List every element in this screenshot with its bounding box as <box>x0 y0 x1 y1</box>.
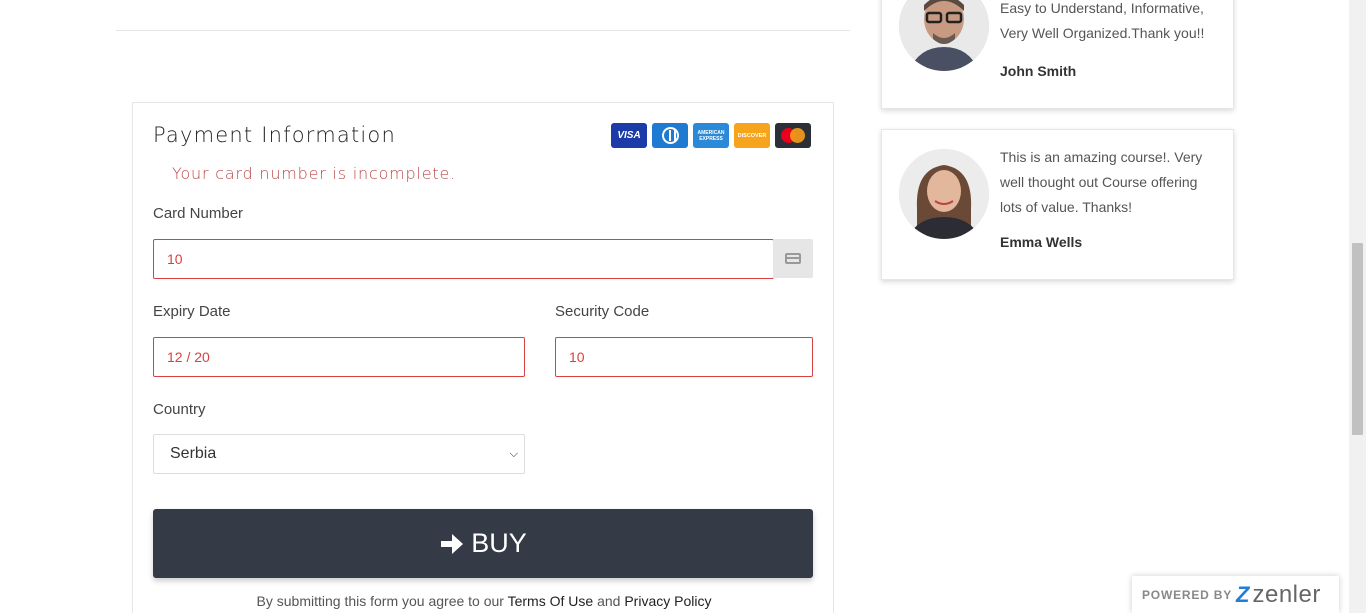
card-number-label: Card Number <box>153 205 244 222</box>
diners-club-icon <box>652 123 688 148</box>
card-brand-indicator <box>773 239 813 278</box>
payment-title: Payment Information <box>153 123 396 147</box>
powered-by-badge[interactable]: POWERED BY Z zenler <box>1132 576 1339 613</box>
credit-card-icon <box>785 253 801 264</box>
zenler-logo-icon: Z <box>1236 581 1250 607</box>
amex-icon: AMERICAN EXPRESS <box>693 123 729 148</box>
divider <box>116 30 850 31</box>
powered-by-label: POWERED BY <box>1142 587 1233 602</box>
checkout-page: Payment Information VISA AMERICAN EXPRES… <box>0 0 1366 613</box>
arrow-right-icon <box>441 533 464 554</box>
avatar <box>899 149 989 239</box>
avatar <box>899 0 989 71</box>
testimonial-text: Easy to Understand, Informative, Very We… <box>1000 0 1205 41</box>
scrollbar-thumb[interactable] <box>1352 243 1363 435</box>
testimonial-author: John Smith <box>1000 63 1077 79</box>
chevron-down-icon: ⌵ <box>509 448 518 460</box>
mastercard-icon <box>775 123 811 148</box>
visa-icon: VISA <box>611 123 647 148</box>
expiry-date-label: Expiry Date <box>153 303 231 320</box>
card-error-message: Your card number is incomplete. <box>172 164 456 183</box>
vertical-scrollbar[interactable] <box>1349 0 1366 613</box>
terms-notice: By submitting this form you agree to our… <box>256 593 712 609</box>
security-code-input[interactable]: 10 <box>555 337 813 377</box>
privacy-policy-link[interactable]: Privacy Policy <box>624 593 711 609</box>
payment-form: Payment Information VISA AMERICAN EXPRES… <box>132 102 834 613</box>
testimonial-card: This is an amazing course!. Very well th… <box>881 129 1234 280</box>
terms-of-use-link[interactable]: Terms Of Use <box>508 593 594 609</box>
country-label: Country <box>153 401 206 418</box>
country-select[interactable]: Serbia ⌵ <box>153 434 525 474</box>
security-code-label: Security Code <box>555 303 650 320</box>
expiry-date-input[interactable]: 12 / 20 <box>153 337 525 377</box>
testimonial-author: Emma Wells <box>1000 234 1083 250</box>
accepted-cards: VISA AMERICAN EXPRESS DISCOVER <box>611 123 811 148</box>
testimonial-text: This is an amazing course!. Very well th… <box>1000 149 1203 215</box>
testimonial-card: Easy to Understand, Informative, Very We… <box>881 0 1234 109</box>
buy-button[interactable]: BUY <box>153 509 813 578</box>
card-number-input[interactable]: 10 <box>153 239 774 279</box>
discover-icon: DISCOVER <box>734 123 770 148</box>
zenler-brand: zenler <box>1252 580 1321 608</box>
country-selected-value: Serbia <box>170 445 217 462</box>
